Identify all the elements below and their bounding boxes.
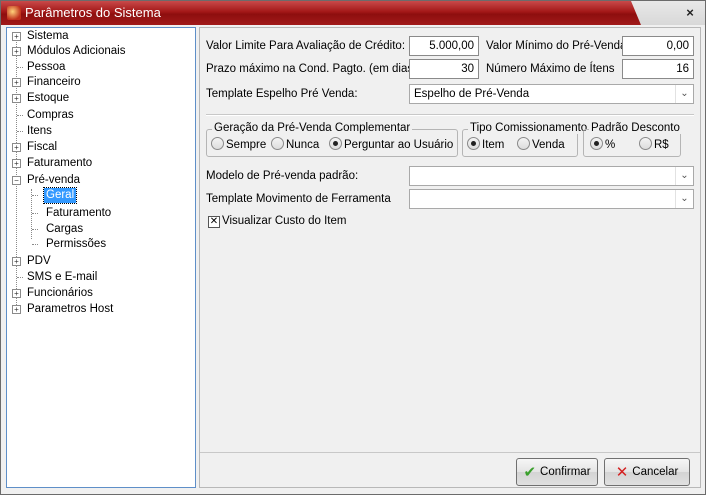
visualizar-custo-label: Visualizar Custo do Item bbox=[222, 215, 347, 227]
tree-item-label-selected: Geral bbox=[42, 187, 78, 204]
radio-item[interactable]: Item bbox=[467, 137, 504, 153]
dialog-window: Parâmetros do Sistema × + Sistema + Módu… bbox=[0, 0, 706, 495]
check-icon: ✔ bbox=[523, 464, 537, 481]
radio-nunca[interactable]: Nunca bbox=[271, 137, 319, 153]
expand-icon[interactable]: + bbox=[12, 78, 21, 87]
tree-item-label: Funcionários bbox=[27, 287, 93, 299]
x-icon: ✕ bbox=[615, 464, 629, 481]
settings-tree[interactable]: + Sistema + Módulos Adicionais Pessoa + … bbox=[6, 27, 196, 488]
footer-divider bbox=[200, 452, 700, 453]
cancel-button[interactable]: ✕ Cancelar bbox=[604, 458, 690, 486]
radio-reais-label: R$ bbox=[654, 139, 669, 151]
geracao-group-title: Geração da Pré-Venda Complementar bbox=[212, 122, 413, 134]
radio-perguntar-label: Perguntar ao Usuário bbox=[344, 139, 454, 151]
desconto-group-title: Padrão Desconto bbox=[589, 122, 682, 134]
radio-venda-label: Venda bbox=[532, 139, 565, 151]
radio-perguntar[interactable]: Perguntar ao Usuário bbox=[329, 137, 453, 153]
template-movimento-label: Template Movimento de Ferramenta bbox=[206, 193, 391, 205]
tree-item-label: Faturamento bbox=[46, 207, 112, 219]
tree-item-label: Financeiro bbox=[27, 76, 81, 88]
section-divider bbox=[206, 114, 694, 116]
tree-item-label: Parametros Host bbox=[27, 303, 114, 315]
cancel-button-label: Cancelar bbox=[632, 466, 679, 478]
chevron-down-icon[interactable]: ⌄ bbox=[675, 167, 693, 185]
radio-perguntar-control[interactable] bbox=[329, 137, 342, 150]
chevron-down-icon[interactable]: ⌄ bbox=[675, 85, 693, 103]
tree-connector bbox=[17, 115, 23, 116]
window-title: Parâmetros do Sistema bbox=[25, 5, 161, 20]
tree-item-label: Compras bbox=[27, 109, 74, 121]
tree-item-label: Faturamento bbox=[27, 157, 93, 169]
template-movimento-select[interactable]: ⌄ bbox=[409, 189, 694, 209]
radio-item-label: Item bbox=[482, 139, 505, 151]
tree-item-label: Sistema bbox=[27, 30, 69, 42]
max-term-label: Prazo máximo na Cond. Pagto. (em dias) : bbox=[206, 63, 424, 75]
expand-icon[interactable]: + bbox=[12, 305, 21, 314]
expand-icon[interactable]: + bbox=[12, 143, 21, 152]
max-items-input[interactable]: 16 bbox=[622, 59, 694, 79]
settings-panel: Valor Limite Para Avaliação de Crédito: … bbox=[199, 27, 701, 488]
expand-icon[interactable]: + bbox=[12, 94, 21, 103]
tree-item-label: Pré-venda bbox=[27, 174, 81, 186]
expand-icon[interactable]: + bbox=[12, 289, 21, 298]
min-value-label: Valor Mínimo do Pré-Venda: bbox=[486, 40, 630, 52]
chevron-down-icon[interactable]: ⌄ bbox=[675, 190, 693, 208]
radio-reais-control[interactable] bbox=[639, 137, 652, 150]
radio-sempre[interactable]: Sempre bbox=[211, 137, 266, 153]
tree-item-label: SMS e E-mail bbox=[27, 271, 98, 283]
comissao-group-title: Tipo Comissionamento bbox=[468, 122, 590, 134]
min-value-input[interactable]: 0,00 bbox=[622, 36, 694, 56]
tree-guide-line bbox=[31, 189, 32, 239]
template-espelho-value: Espelho de Pré-Venda bbox=[414, 88, 530, 100]
tree-connector bbox=[17, 67, 23, 68]
radio-venda-control[interactable] bbox=[517, 137, 530, 150]
expand-icon[interactable]: + bbox=[12, 47, 21, 56]
title-bar[interactable]: Parâmetros do Sistema × bbox=[1, 1, 705, 25]
radio-item-control[interactable] bbox=[467, 137, 480, 150]
credit-limit-input[interactable]: 5.000,00 bbox=[409, 36, 479, 56]
visualizar-custo-checkbox[interactable]: ✕ bbox=[208, 216, 220, 228]
tree-item-label: Permissões bbox=[46, 238, 107, 250]
radio-percent[interactable]: % bbox=[590, 137, 615, 153]
tree-connector bbox=[17, 131, 23, 132]
tree-item-label: Fiscal bbox=[27, 141, 58, 153]
modelo-select[interactable]: ⌄ bbox=[409, 166, 694, 186]
tree-item-label: Estoque bbox=[27, 92, 70, 104]
tree-item-label: Pessoa bbox=[27, 61, 66, 73]
expand-icon[interactable]: + bbox=[12, 159, 21, 168]
radio-percent-label: % bbox=[605, 139, 616, 151]
tree-item-label: PDV bbox=[27, 255, 51, 267]
tree-item-label: Cargas bbox=[46, 223, 84, 235]
tree-connector bbox=[17, 277, 23, 278]
tree-connector bbox=[32, 213, 38, 214]
template-espelho-label: Template Espelho Pré Venda: bbox=[206, 88, 358, 100]
collapse-icon[interactable]: − bbox=[12, 176, 21, 185]
tree-item-label: Itens bbox=[27, 125, 52, 137]
radio-percent-control[interactable] bbox=[590, 137, 603, 150]
tree-item-label: Módulos Adicionais bbox=[27, 45, 126, 57]
expand-icon[interactable]: + bbox=[12, 257, 21, 266]
max-items-label: Número Máximo de Ítens bbox=[486, 63, 615, 75]
radio-nunca-control[interactable] bbox=[271, 137, 284, 150]
confirm-button[interactable]: ✔ Confirmar bbox=[516, 458, 598, 486]
modelo-label: Modelo de Pré-venda padrão: bbox=[206, 170, 359, 182]
app-icon bbox=[7, 6, 21, 20]
max-term-input[interactable]: 30 bbox=[409, 59, 479, 79]
radio-reais[interactable]: R$ bbox=[639, 137, 669, 153]
geracao-group: Geração da Pré-Venda Complementar Sempre… bbox=[206, 122, 458, 157]
radio-venda[interactable]: Venda bbox=[517, 137, 565, 153]
tree-connector bbox=[32, 229, 38, 230]
tree-connector bbox=[32, 195, 38, 196]
template-espelho-select[interactable]: Espelho de Pré-Venda ⌄ bbox=[409, 84, 694, 104]
desconto-group: Padrão Desconto % R$ bbox=[583, 122, 682, 157]
radio-nunca-label: Nunca bbox=[286, 139, 320, 151]
comissao-group: Tipo Comissionamento Item Venda bbox=[462, 122, 590, 157]
close-button[interactable]: × bbox=[681, 5, 699, 21]
radio-sempre-label: Sempre bbox=[226, 139, 267, 151]
radio-sempre-control[interactable] bbox=[211, 137, 224, 150]
expand-icon[interactable]: + bbox=[12, 32, 21, 41]
tree-connector bbox=[32, 244, 38, 245]
credit-limit-label: Valor Limite Para Avaliação de Crédito: bbox=[206, 40, 406, 52]
confirm-button-label: Confirmar bbox=[540, 466, 591, 478]
